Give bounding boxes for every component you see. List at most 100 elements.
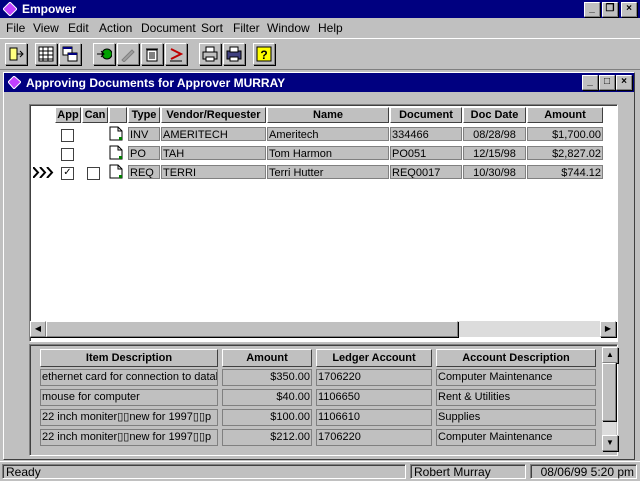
edit-button[interactable] — [117, 43, 139, 65]
scroll-up-icon[interactable]: ▲ — [602, 347, 618, 363]
print-button[interactable] — [199, 43, 221, 65]
document-cell[interactable]: REQ0017 — [390, 165, 462, 179]
menu-help[interactable]: Help — [318, 21, 343, 35]
menu-edit[interactable]: Edit — [68, 21, 89, 35]
approve-checkbox[interactable] — [61, 129, 74, 142]
account-description-cell[interactable]: Computer Maintenance — [436, 429, 596, 446]
document-icon[interactable] — [109, 145, 123, 160]
child-maximize-button[interactable]: □ — [599, 75, 615, 90]
child-close-button[interactable]: × — [616, 75, 632, 90]
name-cell[interactable]: Ameritech — [267, 127, 389, 141]
name-cell[interactable]: Terri Hutter — [267, 165, 389, 179]
scroll-right-icon[interactable]: ▶ — [600, 321, 616, 337]
approve-checkbox-checked[interactable]: ✓ — [61, 167, 74, 180]
delete-button[interactable] — [141, 43, 163, 65]
ledger-account-cell[interactable]: 1706220 — [316, 369, 432, 386]
scroll-thumb[interactable] — [602, 363, 616, 421]
column-header-account-description[interactable]: Account Description — [436, 349, 596, 367]
item-amount-cell[interactable]: $350.00 — [222, 369, 312, 386]
item-amount-cell[interactable]: $40.00 — [222, 389, 312, 406]
reject-button[interactable] — [165, 43, 187, 65]
print-preview-button[interactable] — [223, 43, 245, 65]
item-description-cell[interactable]: ethernet card for connection to datal — [40, 369, 218, 386]
ledger-account-cell[interactable]: 1706220 — [316, 429, 432, 446]
item-description-cell[interactable]: 22 inch moniter▯▯new for 1997▯▯p — [40, 429, 218, 446]
column-header-app[interactable]: App — [55, 107, 81, 123]
approval-window-title-bar[interactable]: Approving Documents for Approver MURRAY … — [4, 73, 634, 92]
menu-action[interactable]: Action — [99, 21, 132, 35]
menu-document[interactable]: Document — [141, 21, 196, 35]
amount-cell[interactable]: $2,827.02 — [527, 146, 603, 160]
app-title: Empower — [22, 2, 77, 16]
column-header-doc-icon[interactable] — [109, 107, 127, 123]
toolbar: ? — [0, 38, 640, 70]
menu-view[interactable]: View — [33, 21, 59, 35]
documents-horizontal-scrollbar[interactable]: ◀ ▶ — [30, 321, 616, 337]
scroll-thumb[interactable] — [46, 321, 458, 337]
help-button[interactable]: ? — [253, 43, 275, 65]
doc-date-cell[interactable]: 08/28/98 — [463, 127, 526, 141]
exit-button[interactable] — [5, 43, 27, 65]
reject-icon — [170, 48, 184, 62]
doc-date-cell[interactable]: 10/30/98 — [463, 165, 526, 179]
item-description-cell[interactable]: 22 inch moniter▯▯new for 1997▯▯p — [40, 409, 218, 426]
column-header-item-description[interactable]: Item Description — [40, 349, 218, 367]
vendor-cell[interactable]: AMERITECH — [161, 127, 266, 141]
app-title-bar[interactable]: Empower _ ❐ × — [0, 0, 640, 18]
status-user: Robert Murray — [410, 464, 526, 479]
item-amount-cell[interactable]: $100.00 — [222, 409, 312, 426]
vendor-cell[interactable]: TERRI — [161, 165, 266, 179]
cancel-checkbox[interactable] — [87, 167, 100, 180]
name-cell[interactable]: Tom Harmon — [267, 146, 389, 160]
amount-cell[interactable]: $744.12 — [527, 165, 603, 179]
ledger-account-cell[interactable]: 1106610 — [316, 409, 432, 426]
account-description-cell[interactable]: Computer Maintenance — [436, 369, 596, 386]
app-close-button[interactable]: × — [621, 2, 637, 17]
cascade-button[interactable] — [59, 43, 81, 65]
menu-sort[interactable]: Sort — [201, 21, 223, 35]
column-header-ledger-account[interactable]: Ledger Account — [316, 349, 432, 367]
menu-filter[interactable]: Filter — [233, 21, 260, 35]
document-cell[interactable]: PO051 — [390, 146, 462, 160]
column-header-amount[interactable]: Amount — [527, 107, 603, 123]
doc-date-cell[interactable]: 12/15/98 — [463, 146, 526, 160]
doc-type-cell[interactable]: INV — [128, 127, 160, 141]
approve-checkbox[interactable] — [61, 148, 74, 161]
grid-icon — [38, 46, 54, 62]
scroll-down-icon[interactable]: ▼ — [602, 435, 618, 451]
print-preview-icon — [226, 46, 242, 62]
column-header-can[interactable]: Can — [82, 107, 108, 123]
ledger-account-cell[interactable]: 1106650 — [316, 389, 432, 406]
print-icon — [202, 46, 218, 62]
app-restore-button[interactable]: ❐ — [602, 2, 618, 17]
document-icon[interactable] — [109, 126, 123, 141]
scroll-left-icon[interactable]: ◀ — [30, 321, 46, 337]
account-description-cell[interactable]: Rent & Utilities — [436, 389, 596, 406]
document-icon[interactable] — [109, 164, 123, 179]
delete-icon — [146, 48, 158, 62]
child-minimize-button[interactable]: _ — [582, 75, 598, 90]
column-header-item-amount[interactable]: Amount — [222, 349, 312, 367]
account-description-cell[interactable]: Supplies — [436, 409, 596, 426]
approve-button[interactable] — [93, 43, 115, 65]
doc-type-cell[interactable]: PO — [128, 146, 160, 160]
column-header-vendor[interactable]: Vendor/Requester — [161, 107, 266, 123]
menu-window[interactable]: Window — [267, 21, 310, 35]
column-header-type[interactable]: Type — [128, 107, 160, 123]
line-items-grid: Item Description Amount Ledger Account A… — [29, 344, 618, 456]
doc-type-cell[interactable]: REQ — [128, 165, 160, 179]
vendor-cell[interactable]: TAH — [161, 146, 266, 160]
column-header-document[interactable]: Document — [390, 107, 462, 123]
app-minimize-button[interactable]: _ — [584, 2, 600, 17]
column-header-name[interactable]: Name — [267, 107, 389, 123]
item-amount-cell[interactable]: $212.00 — [222, 429, 312, 446]
grid-view-button[interactable] — [35, 43, 57, 65]
column-header-doc-date[interactable]: Doc Date — [463, 107, 526, 123]
menu-file[interactable]: File — [6, 21, 25, 35]
item-description-cell[interactable]: mouse for computer — [40, 389, 218, 406]
cascade-icon — [62, 46, 78, 62]
line-items-vertical-scrollbar[interactable]: ▲ ▼ — [602, 347, 618, 451]
edit-icon — [121, 49, 135, 62]
document-cell[interactable]: 334466 — [390, 127, 462, 141]
amount-cell[interactable]: $1,700.00 — [527, 127, 603, 141]
